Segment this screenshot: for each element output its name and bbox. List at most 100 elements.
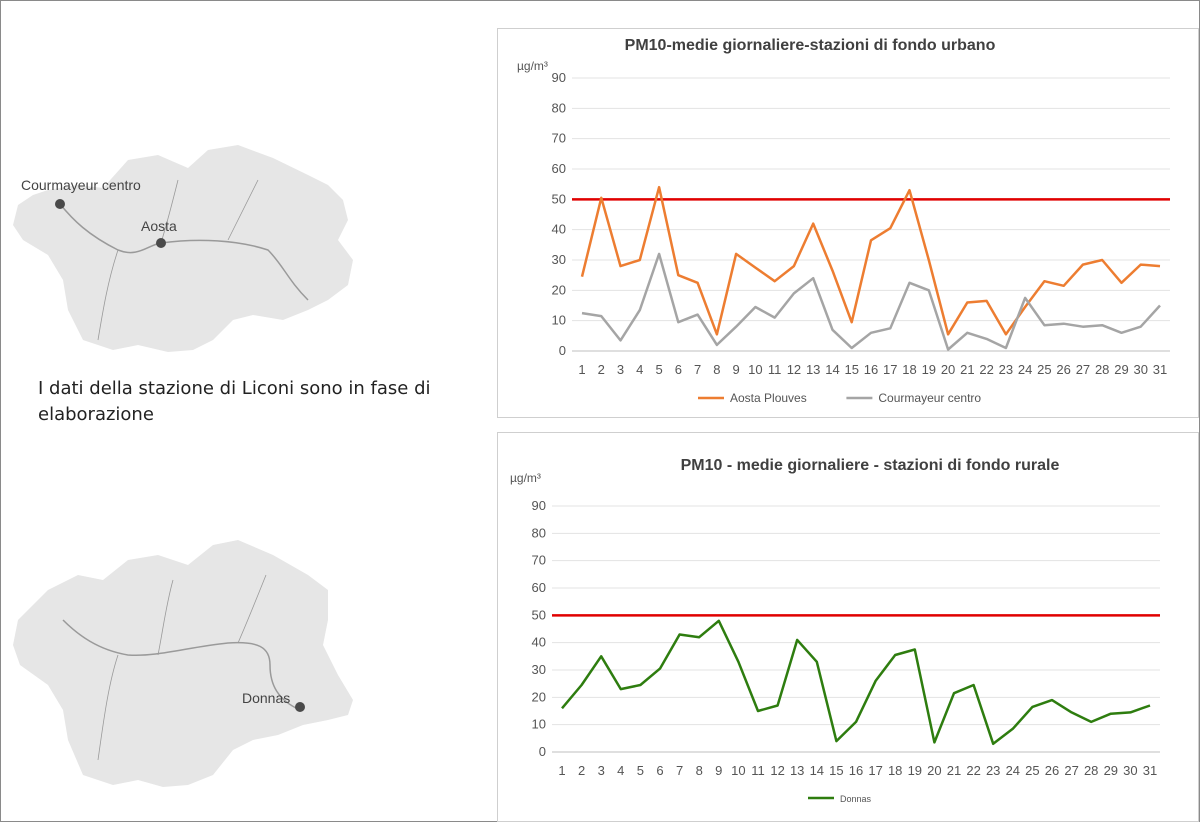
chart-title: PM10 - medie giornaliere - stazioni di f… bbox=[681, 457, 1060, 474]
x-tick-label: 16 bbox=[864, 362, 878, 377]
x-tick-label: 31 bbox=[1153, 362, 1167, 377]
x-tick-label: 27 bbox=[1064, 763, 1078, 778]
x-tick-label: 22 bbox=[979, 362, 993, 377]
x-tick-label: 23 bbox=[986, 763, 1000, 778]
x-tick-label: 30 bbox=[1123, 763, 1137, 778]
region-map-top: Courmayeur centro Aosta bbox=[13, 145, 353, 352]
y-unit-label: µg/m³ bbox=[517, 59, 548, 73]
x-tick-label: 16 bbox=[849, 763, 863, 778]
region-map-bottom: Donnas bbox=[13, 540, 353, 787]
x-tick-label: 11 bbox=[768, 362, 782, 377]
y-tick-label: 80 bbox=[552, 100, 566, 115]
x-tick-label: 3 bbox=[598, 763, 605, 778]
y-tick-label: 10 bbox=[532, 717, 546, 732]
y-tick-label: 50 bbox=[532, 607, 546, 622]
x-tick-label: 5 bbox=[637, 763, 644, 778]
x-tick-label: 19 bbox=[908, 763, 922, 778]
x-tick-label: 14 bbox=[825, 362, 839, 377]
x-tick-label: 19 bbox=[922, 362, 936, 377]
legend-label: Courmayeur centro bbox=[878, 391, 981, 405]
station-label-donnas: Donnas bbox=[242, 690, 290, 706]
x-tick-label: 12 bbox=[787, 362, 801, 377]
x-tick-label: 7 bbox=[694, 362, 701, 377]
y-tick-label: 0 bbox=[539, 744, 546, 759]
x-tick-label: 21 bbox=[947, 763, 961, 778]
x-tick-label: 1 bbox=[558, 763, 565, 778]
x-tick-label: 18 bbox=[888, 763, 902, 778]
y-tick-label: 70 bbox=[552, 131, 566, 146]
x-tick-label: 12 bbox=[770, 763, 784, 778]
x-tick-label: 26 bbox=[1045, 763, 1059, 778]
chart-title: PM10-medie giornaliere-stazioni di fondo… bbox=[625, 37, 996, 54]
y-tick-label: 50 bbox=[552, 191, 566, 206]
x-tick-label: 31 bbox=[1143, 763, 1157, 778]
x-tick-label: 24 bbox=[1006, 763, 1020, 778]
y-tick-label: 60 bbox=[552, 161, 566, 176]
x-tick-label: 9 bbox=[715, 763, 722, 778]
x-tick-label: 1 bbox=[578, 362, 585, 377]
x-tick-label: 22 bbox=[966, 763, 980, 778]
series-line-courmayeur-centro bbox=[581, 252, 1161, 351]
station-label-courmayeur: Courmayeur centro bbox=[21, 177, 141, 193]
x-tick-label: 29 bbox=[1104, 763, 1118, 778]
x-tick-label: 9 bbox=[733, 362, 740, 377]
y-tick-label: 30 bbox=[552, 252, 566, 267]
x-tick-label: 21 bbox=[960, 362, 974, 377]
x-tick-label: 20 bbox=[941, 362, 955, 377]
series-line-donnas bbox=[561, 619, 1151, 746]
x-tick-label: 15 bbox=[844, 362, 858, 377]
y-tick-label: 60 bbox=[532, 580, 546, 595]
x-tick-label: 18 bbox=[902, 362, 916, 377]
chart-rural-svg: PM10 - medie giornaliere - stazioni di f… bbox=[510, 457, 1160, 804]
x-tick-label: 27 bbox=[1076, 362, 1090, 377]
x-tick-label: 4 bbox=[636, 362, 643, 377]
y-tick-label: 70 bbox=[532, 553, 546, 568]
x-tick-label: 10 bbox=[731, 763, 745, 778]
series-line-aosta-plouves bbox=[580, 185, 1161, 336]
region-shape bbox=[13, 540, 353, 787]
station-marker-courmayeur bbox=[55, 199, 65, 209]
y-tick-label: 10 bbox=[552, 313, 566, 328]
y-tick-label: 0 bbox=[559, 343, 566, 358]
x-tick-label: 17 bbox=[868, 763, 882, 778]
x-tick-label: 11 bbox=[751, 763, 765, 778]
x-tick-label: 17 bbox=[883, 362, 897, 377]
legend-label: Aosta Plouves bbox=[730, 391, 807, 405]
chart-rural: PM10 - medie giornaliere - stazioni di f… bbox=[497, 432, 1199, 822]
x-tick-label: 20 bbox=[927, 763, 941, 778]
x-tick-label: 29 bbox=[1114, 362, 1128, 377]
x-tick-label: 15 bbox=[829, 763, 843, 778]
x-tick-label: 10 bbox=[748, 362, 762, 377]
x-tick-label: 25 bbox=[1037, 362, 1051, 377]
x-tick-label: 23 bbox=[999, 362, 1013, 377]
x-tick-label: 14 bbox=[810, 763, 824, 778]
x-tick-label: 6 bbox=[656, 763, 663, 778]
y-unit-label: µg/m³ bbox=[510, 471, 541, 485]
y-tick-label: 90 bbox=[552, 70, 566, 85]
station-marker-donnas bbox=[295, 702, 305, 712]
x-tick-label: 8 bbox=[696, 763, 703, 778]
x-tick-label: 24 bbox=[1018, 362, 1032, 377]
x-tick-label: 13 bbox=[790, 763, 804, 778]
x-tick-label: 3 bbox=[617, 362, 624, 377]
legend-label: Donnas bbox=[840, 794, 872, 804]
x-tick-label: 28 bbox=[1084, 763, 1098, 778]
x-tick-label: 26 bbox=[1056, 362, 1070, 377]
chart-urban-svg: PM10-medie giornaliere-stazioni di fondo… bbox=[517, 37, 1170, 405]
y-tick-label: 90 bbox=[532, 498, 546, 513]
chart-urban: PM10-medie giornaliere-stazioni di fondo… bbox=[497, 28, 1199, 418]
x-tick-label: 30 bbox=[1133, 362, 1147, 377]
x-tick-label: 2 bbox=[578, 763, 585, 778]
x-tick-label: 25 bbox=[1025, 763, 1039, 778]
x-tick-label: 5 bbox=[655, 362, 662, 377]
x-tick-label: 7 bbox=[676, 763, 683, 778]
station-label-aosta: Aosta bbox=[141, 218, 177, 234]
x-tick-label: 4 bbox=[617, 763, 624, 778]
x-tick-label: 2 bbox=[598, 362, 605, 377]
note-text: I dati della stazione di Liconi sono in … bbox=[38, 378, 431, 425]
x-tick-label: 28 bbox=[1095, 362, 1109, 377]
y-tick-label: 40 bbox=[552, 222, 566, 237]
x-tick-label: 13 bbox=[806, 362, 820, 377]
y-tick-label: 20 bbox=[552, 282, 566, 297]
y-tick-label: 20 bbox=[532, 689, 546, 704]
